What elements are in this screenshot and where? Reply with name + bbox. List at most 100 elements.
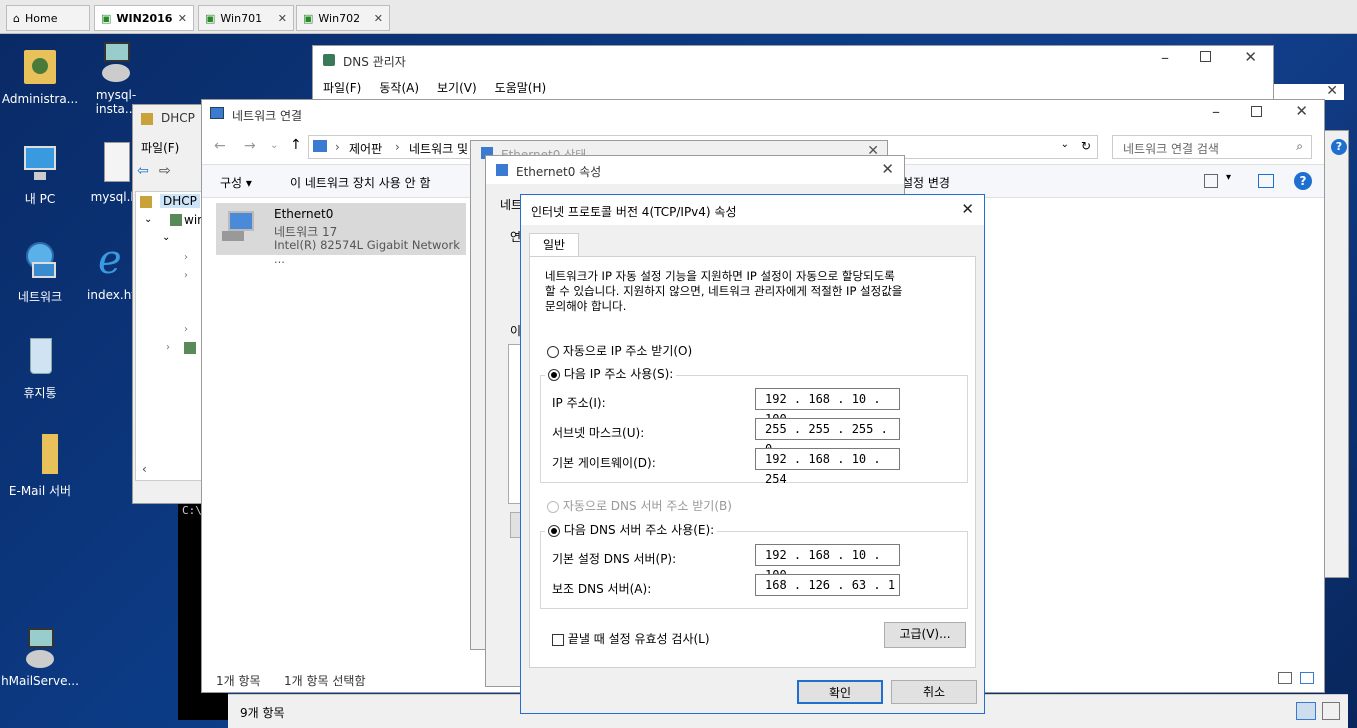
close-icon[interactable]: ✕ (278, 12, 287, 25)
desktop-icon-email-server[interactable]: E-Mail 서버 (0, 434, 80, 499)
chevron-right-icon[interactable]: › (166, 342, 170, 353)
window-title: 네트워크 연결 (232, 109, 303, 123)
details-view-icon[interactable] (1278, 672, 1292, 684)
details-view-icon[interactable] (1296, 702, 1316, 720)
tab-win701[interactable]: ▣ Win701 ✕ (198, 5, 294, 31)
close-icon[interactable]: ✕ (178, 12, 187, 25)
close-icon[interactable]: ✕ (1295, 102, 1308, 120)
chevron-down-icon[interactable]: ⌄ (270, 140, 278, 151)
manual-dns-label: 다음 DNS 서버 주소 사용(E): (563, 523, 715, 537)
vm-tab-bar: ⌂ Home ▣ WIN2016 ✕ ▣ Win701 ✕ ▣ Win702 ✕ (0, 0, 1357, 34)
vm-icon: ▣ (101, 11, 112, 25)
maximize-icon[interactable] (1200, 51, 1211, 62)
chevron-down-icon[interactable]: ⌄ (144, 214, 152, 225)
tree-item-dhcp[interactable]: DHCP (160, 194, 200, 208)
chevron-down-icon[interactable]: ▾ (1226, 172, 1231, 183)
preferred-dns-field[interactable]: 192 . 168 . 10 . 100 (755, 544, 900, 582)
close-icon[interactable]: ✕ (1244, 48, 1257, 66)
menu-action[interactable]: 동작(A) (379, 79, 419, 96)
tab-win2016[interactable]: ▣ WIN2016 ✕ (94, 5, 194, 31)
icon-label: 휴지통 (23, 386, 57, 400)
vm-icon: ▣ (303, 11, 314, 25)
dns-group (540, 531, 968, 609)
disable-device-button[interactable]: 이 네트워크 장치 사용 안 함 (290, 174, 431, 191)
status-item-count: 1개 항목 (216, 674, 261, 688)
vm-icon: ▣ (205, 11, 216, 25)
large-icons-view-icon[interactable] (1322, 702, 1340, 720)
ok-button[interactable]: 확인 (797, 680, 883, 704)
auto-dns-radio[interactable]: 자동으로 DNS 서버 주소 받기(B) (547, 497, 732, 514)
tab-label: WIN2016 (116, 11, 173, 25)
installer-icon (20, 626, 60, 670)
up-arrow-icon[interactable]: ↑ (290, 137, 302, 153)
forward-arrow-icon[interactable]: ⇨ (159, 163, 171, 179)
dns-manager-window: DNS 관리자 – ✕ 파일(F) 동작(A) 보기(V) 도움말(H) (312, 45, 1274, 105)
menu-help[interactable]: 도움말(H) (495, 79, 547, 96)
advanced-button[interactable]: 고급(V)... (884, 622, 966, 648)
close-icon[interactable]: ✕ (881, 160, 894, 178)
change-settings-button[interactable]: 설정 변경 (902, 174, 950, 191)
validate-checkbox[interactable]: 끝낼 때 설정 유효성 검사(L) (552, 630, 710, 647)
chevron-right-icon[interactable]: › (184, 252, 188, 263)
background-window-edge: ? (1324, 130, 1349, 578)
dns-icon (323, 54, 335, 66)
alternate-dns-field[interactable]: 168 . 126 . 63 . 1 (755, 574, 900, 596)
back-arrow-icon[interactable]: ← (214, 138, 226, 154)
close-icon[interactable]: ✕ (1326, 83, 1338, 99)
maximize-icon[interactable] (1251, 106, 1262, 117)
tab-networking[interactable]: 네트 (500, 196, 522, 213)
scroll-left-icon[interactable]: ‹ (142, 462, 147, 476)
subnet-mask-label: 서브넷 마스크(U): (552, 426, 645, 440)
adapter-item-ethernet0[interactable]: Ethernet0 네트워크 17 Intel(R) 82574L Gigabi… (216, 203, 466, 266)
auto-ip-radio[interactable]: 자동으로 IP 주소 받기(O) (547, 342, 692, 359)
help-icon[interactable]: ? (1294, 172, 1312, 190)
gateway-field[interactable]: 192 . 168 . 10 . 254 (755, 448, 900, 486)
desktop-icon-hmailserver[interactable]: hMailServe... (0, 626, 80, 688)
validate-label: 끝낼 때 설정 유효성 검사(L) (567, 632, 710, 646)
minimize-icon[interactable]: – (1161, 48, 1169, 67)
tiles-view-icon[interactable] (1300, 672, 1314, 684)
manual-ip-radio[interactable]: 다음 IP 주소 사용(S): (545, 365, 677, 382)
refresh-icon[interactable]: ↻ (1081, 139, 1091, 153)
chevron-right-icon[interactable]: › (184, 270, 188, 281)
close-icon[interactable]: ✕ (961, 200, 974, 218)
view-options-icon[interactable] (1204, 174, 1218, 188)
description-text: 네트워크가 IP 자동 설정 기능을 지원하면 IP 설정이 자동으로 할당되도… (545, 269, 903, 313)
breadcrumb-control-panel[interactable]: 제어판 (349, 140, 382, 157)
chevron-down-icon[interactable]: ⌄ (1061, 139, 1069, 150)
desktop-icon-recycle-bin[interactable]: 휴지통 (0, 336, 80, 401)
close-icon[interactable]: ✕ (374, 12, 383, 25)
desktop-icon-administrator[interactable]: Administra... (0, 44, 80, 106)
organize-button[interactable]: 구성 ▾ (220, 174, 252, 191)
breadcrumb-network[interactable]: 네트워크 및 (409, 140, 468, 157)
forward-arrow-icon[interactable]: → (244, 138, 256, 154)
cancel-button[interactable]: 취소 (891, 680, 977, 704)
manual-dns-radio[interactable]: 다음 DNS 서버 주소 사용(E): (545, 521, 718, 538)
window-title: DHCP (161, 111, 195, 125)
icon-label: 네트워크 (17, 290, 63, 304)
subnet-mask-field[interactable]: 255 . 255 . 255 . 0 (755, 418, 900, 456)
ip-address-label: IP 주소(I): (552, 396, 606, 410)
preview-pane-icon[interactable] (1258, 174, 1274, 188)
network-icon (496, 164, 508, 176)
menu-view[interactable]: 보기(V) (437, 79, 477, 96)
ipv4-properties-dialog: 인터넷 프로토콜 버전 4(TCP/IPv4) 속성 ✕ 일반 네트워크가 IP… (520, 194, 985, 714)
menu-file[interactable]: 파일(F) (323, 79, 361, 96)
search-input[interactable]: 네트워크 연결 검색 ⌕ (1112, 135, 1312, 159)
manual-ip-label: 다음 IP 주소 사용(S): (563, 367, 674, 381)
server-icon (184, 342, 196, 354)
menu-file[interactable]: 파일(F) (141, 139, 179, 156)
tab-label: Win702 (318, 11, 361, 25)
icon-label: E-Mail 서버 (8, 484, 72, 498)
desktop-icon-this-pc[interactable]: 내 PC (0, 142, 80, 207)
back-arrow-icon[interactable]: ⇦ (137, 163, 149, 179)
chevron-down-icon[interactable]: ⌄ (162, 232, 170, 243)
chevron-right-icon[interactable]: › (184, 324, 188, 335)
tab-home[interactable]: ⌂ Home (6, 5, 90, 31)
help-icon[interactable]: ? (1331, 139, 1347, 155)
tab-win702[interactable]: ▣ Win702 ✕ (296, 5, 390, 31)
desktop-icon-network[interactable]: 네트워크 (0, 240, 80, 305)
tab-general[interactable]: 일반 (529, 233, 579, 257)
minimize-icon[interactable]: – (1212, 102, 1220, 121)
ip-address-field[interactable]: 192 . 168 . 10 . 100 (755, 388, 900, 426)
